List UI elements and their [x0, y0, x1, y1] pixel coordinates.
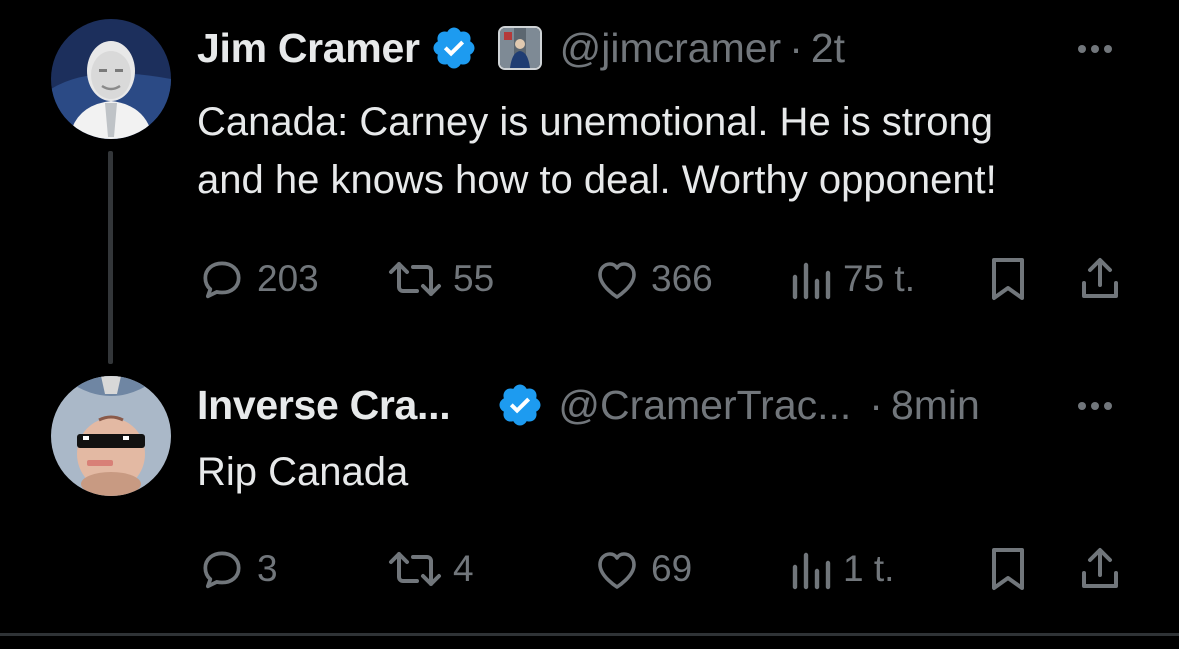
timestamp[interactable]: 8min — [891, 382, 980, 429]
affiliate-badge-icon[interactable] — [497, 26, 542, 70]
verified-badge-icon[interactable] — [430, 24, 478, 72]
author-name[interactable]: Jim Cramer — [197, 25, 420, 72]
reply-icon — [203, 261, 241, 299]
like-button[interactable]: 366 — [593, 254, 713, 304]
reply-button[interactable]: 3 — [197, 544, 278, 594]
divider — [0, 633, 1179, 636]
repost-icon — [389, 262, 441, 296]
share-button[interactable] — [1077, 544, 1123, 594]
views-icon — [792, 552, 831, 590]
repost-count: 4 — [453, 548, 474, 589]
bookmark-icon — [992, 548, 1024, 590]
bookmark-button[interactable] — [987, 544, 1029, 594]
action-bar: 203 55 366 75 t. — [197, 254, 1137, 304]
tweet-header: Jim Cramer @jimcramer · 2t — [197, 18, 845, 78]
views-icon — [792, 262, 831, 300]
action-bar: 3 4 69 1 t. — [197, 544, 1137, 594]
share-button[interactable] — [1077, 254, 1123, 304]
thread-line — [108, 151, 113, 364]
views-count: 1 t. — [843, 548, 895, 589]
repost-button[interactable]: 4 — [387, 544, 474, 594]
bookmark-icon — [992, 258, 1024, 300]
heart-icon — [598, 552, 636, 589]
like-count: 366 — [651, 258, 713, 299]
views-count: 75 t. — [843, 258, 915, 299]
avatar[interactable] — [51, 19, 171, 139]
reply-icon — [203, 551, 241, 589]
share-icon — [1082, 258, 1118, 298]
verified-badge-icon[interactable] — [496, 381, 544, 429]
tweet-text: Rip Canada — [197, 450, 409, 494]
more-icon[interactable] — [1078, 402, 1112, 410]
reply-count: 203 — [257, 258, 319, 299]
share-icon — [1082, 548, 1118, 588]
heart-icon — [598, 262, 636, 299]
views-button[interactable]: 75 t. — [789, 254, 915, 304]
timestamp[interactable]: 2t — [811, 25, 845, 72]
like-button[interactable]: 69 — [593, 544, 692, 594]
repost-icon — [389, 552, 441, 586]
separator: · — [869, 381, 883, 428]
separator: · — [789, 24, 803, 71]
tweet-text: Canada: Carney is unemotional. He is str… — [197, 100, 997, 202]
repost-count: 55 — [453, 258, 495, 299]
timeline: Jim Cramer @jimcramer · 2t Canada: Carne… — [0, 0, 1179, 649]
tweet-header: Inverse Cra... @CramerTrac... · 8min — [197, 375, 1147, 435]
reply-count: 3 — [257, 548, 278, 589]
views-button[interactable]: 1 t. — [789, 544, 894, 594]
bookmark-button[interactable] — [987, 254, 1029, 304]
author-handle[interactable]: @jimcramer — [560, 25, 782, 72]
more-icon[interactable] — [1078, 45, 1112, 53]
avatar[interactable] — [51, 376, 171, 496]
author-handle[interactable]: @CramerTrac... — [558, 382, 851, 429]
repost-button[interactable]: 55 — [387, 254, 494, 304]
reply-button[interactable]: 203 — [197, 254, 319, 304]
like-count: 69 — [651, 548, 693, 589]
author-name[interactable]: Inverse Cra... — [197, 382, 451, 429]
